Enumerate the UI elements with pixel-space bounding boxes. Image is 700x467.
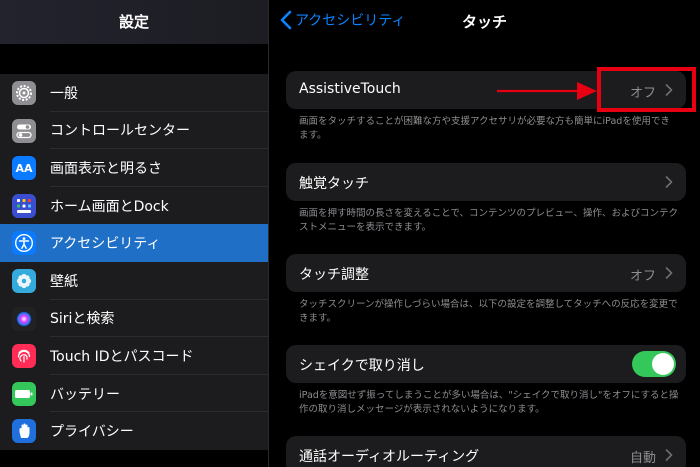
sidebar-item-control-center[interactable]: コントロールセンター — [0, 112, 268, 150]
sidebar-item-display[interactable]: AA 画面表示と明るさ — [0, 149, 268, 187]
chevron-right-icon — [665, 267, 673, 279]
haptic-touch-label: 触覚タッチ — [299, 176, 369, 192]
sidebar-item-wallpaper[interactable]: 壁紙 — [0, 262, 268, 300]
assistive-touch-footnote: 画面をタッチすることが困難な方や支援アクセサリが必要な方も簡単にiPadを使用で… — [299, 116, 670, 141]
sidebar-item-label: アクセシビリティ — [50, 236, 161, 253]
hand-icon — [12, 419, 36, 444]
shake-to-undo-label: シェイクで取り消し — [299, 358, 425, 374]
sidebar-list: 一般 コントロールセンター AA 画面表示と明るさ ホーム画面とDock アクセ… — [0, 74, 268, 450]
annotation-highlight-box — [597, 67, 696, 112]
haptic-touch-footnote: 画面を押す時間の長さを変えることで、コンテンツのプレビュー、操作、およびコンテク… — [299, 208, 678, 233]
sidebar-item-label: ホーム画面とDock — [50, 198, 169, 215]
app-grid-icon — [12, 193, 36, 218]
touch-accommodations-label: タッチ調整 — [299, 267, 369, 283]
text-size-icon: AA — [12, 156, 36, 181]
settings-sidebar: 設定 一般 コントロールセンター AA 画面表示と明るさ ホーム画面とDock … — [0, 0, 268, 467]
accessibility-icon — [12, 231, 36, 256]
sidebar-item-battery[interactable]: バッテリー — [0, 375, 268, 413]
touch-accommodations-value: オフ — [629, 269, 656, 284]
touch-accommodations-footnote: タッチスクリーンが操作しづらい場合は、以下の設定を調整してタッチへの反応を変更で… — [299, 299, 678, 324]
sidebar-item-touch-id[interactable]: Touch IDとパスコード — [0, 337, 268, 375]
sidebar-item-label: Touch IDとパスコード — [50, 348, 194, 365]
switches-icon — [12, 118, 36, 143]
fingerprint-icon — [12, 344, 36, 369]
annotation-arrow-icon — [497, 82, 597, 100]
sidebar-item-label: プライバシー — [50, 424, 134, 441]
gear-icon — [12, 81, 36, 105]
page-title: タッチ — [461, 13, 507, 31]
sidebar-item-label: 画面表示と明るさ — [50, 160, 162, 177]
call-audio-routing-value: 自動 — [629, 451, 656, 466]
shake-to-undo-row: シェイクで取り消し — [286, 345, 686, 383]
sidebar-item-label: 一般 — [50, 85, 78, 102]
sidebar-item-label: Siriと検索 — [50, 311, 115, 328]
sidebar-item-label: 壁紙 — [50, 273, 78, 290]
sidebar-item-home-screen[interactable]: ホーム画面とDock — [0, 187, 268, 225]
call-audio-routing-row[interactable]: 通話オーディオルーティング 自動 — [286, 436, 686, 467]
sidebar-item-label: バッテリー — [50, 386, 120, 403]
sidebar-item-privacy[interactable]: プライバシー — [0, 412, 268, 450]
sidebar-item-siri[interactable]: Siriと検索 — [0, 300, 268, 338]
touch-settings-panel: アクセシビリティ タッチ AssistiveTouch オフ 画面をタッチするこ… — [269, 0, 700, 467]
sidebar-item-accessibility[interactable]: アクセシビリティ — [0, 224, 268, 262]
assistive-touch-label: AssistiveTouch — [299, 81, 401, 97]
sidebar-item-label: コントロールセンター — [50, 123, 190, 140]
toggle-knob — [652, 353, 674, 375]
chevron-right-icon — [665, 176, 673, 188]
touch-accommodations-row[interactable]: タッチ調整 オフ — [286, 254, 686, 292]
sidebar-title: 設定 — [118, 13, 149, 31]
sidebar-header: 設定 — [0, 0, 268, 44]
battery-icon — [12, 381, 36, 406]
shake-to-undo-toggle[interactable] — [632, 351, 676, 377]
sidebar-item-general[interactable]: 一般 — [0, 74, 268, 112]
flower-icon — [12, 268, 36, 293]
siri-icon — [12, 306, 36, 331]
haptic-touch-row[interactable]: 触覚タッチ — [286, 163, 686, 201]
shake-to-undo-footnote: iPadを意図せず振ってしまうことが多い場合は、"シェイクで取り消し"をオフにす… — [299, 390, 679, 415]
chevron-right-icon — [665, 449, 673, 461]
call-audio-routing-label: 通話オーディオルーティング — [299, 449, 480, 465]
